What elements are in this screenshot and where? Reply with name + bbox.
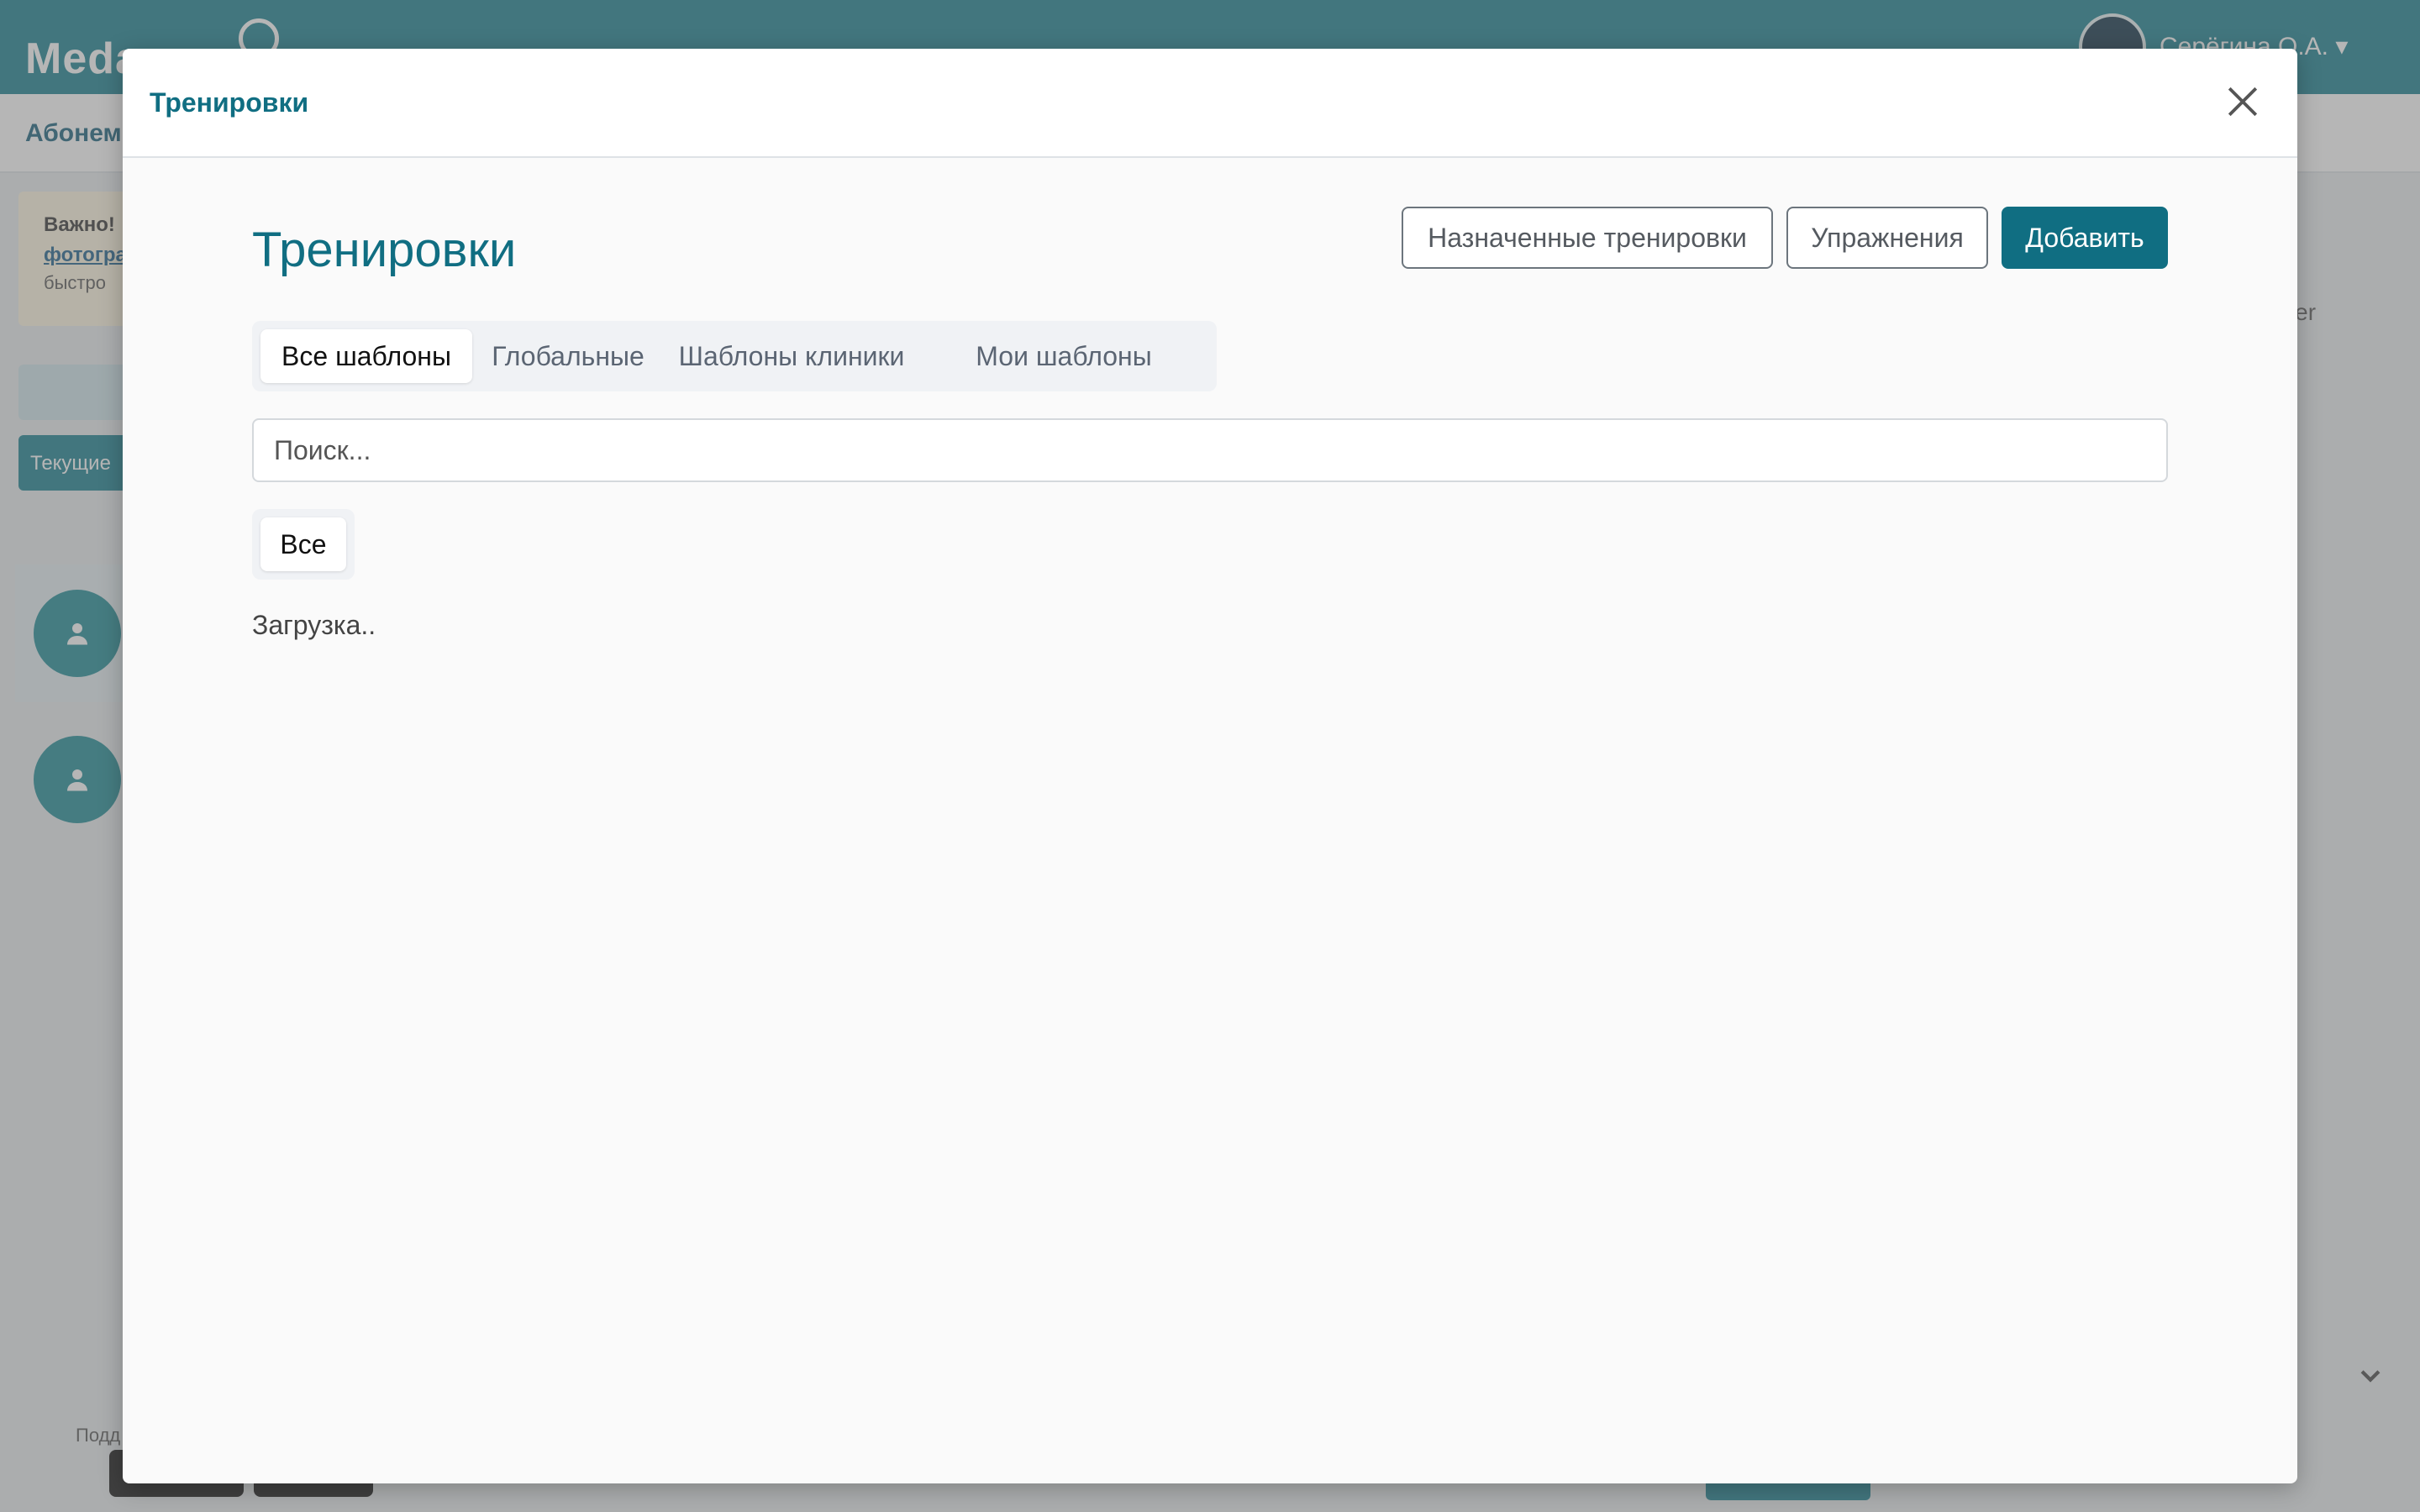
trainings-modal: Тренировки Тренировки Назначенные тренир… — [123, 49, 2297, 1483]
filter-all-chip[interactable]: Все — [260, 517, 346, 571]
tab-my-templates[interactable]: Мои шаблоны — [931, 329, 1197, 383]
page-title: Тренировки — [252, 223, 517, 277]
close-icon — [2228, 87, 2258, 117]
search-input[interactable] — [252, 418, 2168, 482]
add-button[interactable]: Добавить — [2002, 207, 2168, 269]
template-tabs: Все шаблоны Глобальные Шаблоны клиники М… — [252, 321, 1217, 391]
assigned-trainings-button[interactable]: Назначенные тренировки — [1402, 207, 1773, 269]
tab-clinic-templates[interactable]: Шаблоны клиники — [666, 329, 918, 383]
close-button[interactable] — [2223, 82, 2262, 121]
modal-title: Тренировки — [150, 87, 309, 118]
loading-text: Загрузка.. — [252, 610, 376, 640]
tab-global[interactable]: Глобальные — [484, 329, 652, 383]
category-filter: Все — [252, 509, 355, 580]
tab-all-templates[interactable]: Все шаблоны — [260, 329, 472, 383]
exercises-button[interactable]: Упражнения — [1786, 207, 1988, 269]
modal-header: Тренировки — [123, 49, 2297, 158]
